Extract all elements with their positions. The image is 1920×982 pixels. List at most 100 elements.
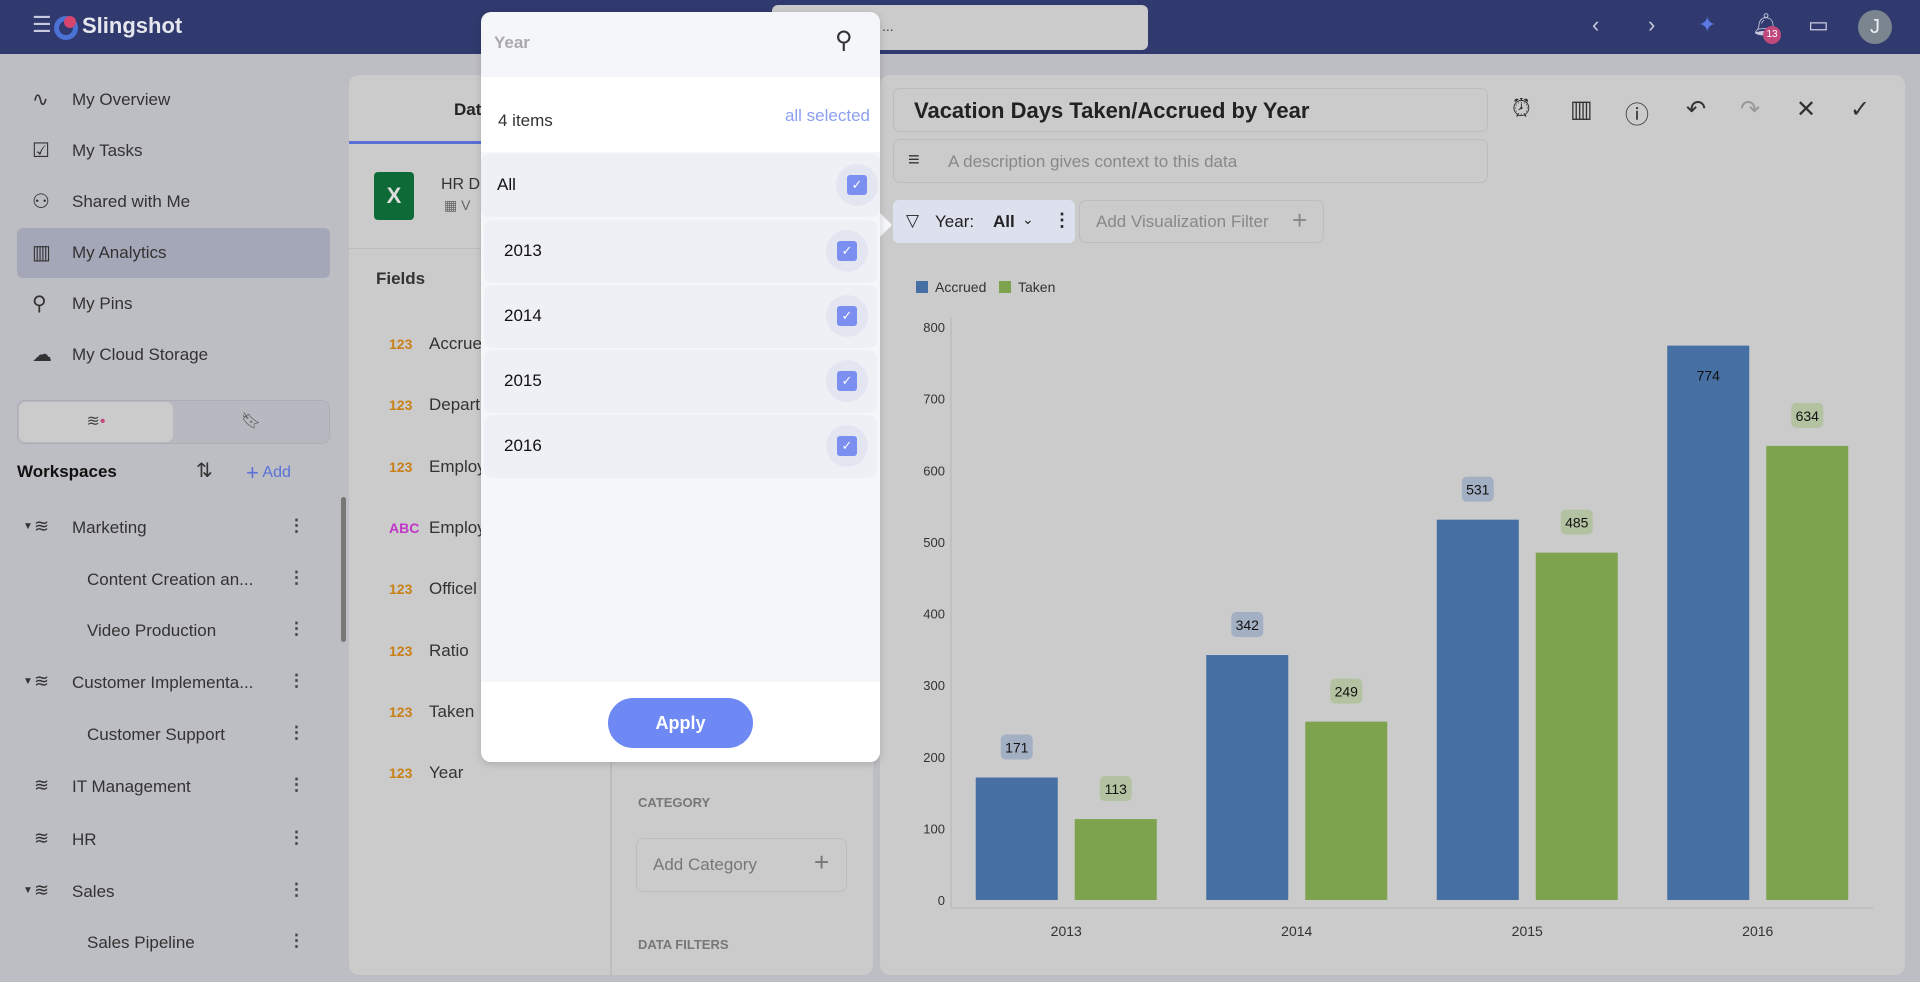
forward-icon[interactable]: ›	[1648, 12, 1655, 38]
active-tab-indicator	[349, 141, 489, 144]
fields-title: Fields	[376, 269, 426, 288]
option-2015[interactable]: 2015 ✓	[484, 350, 877, 413]
add-workspace-button[interactable]: + Add	[246, 460, 291, 486]
field-item[interactable]: 123 Ratio	[389, 641, 469, 661]
bar-chart: 0 100 200 300 400 500 600 700 800 Accrued Taken 201…	[916, 279, 1873, 939]
caret-down-icon[interactable]: ▼	[23, 521, 33, 532]
caret-down-icon[interactable]: ▼	[23, 676, 33, 687]
field-type-badge: 123	[389, 581, 413, 598]
workspaces-title: Workspaces	[17, 462, 117, 481]
workspace-tree-item[interactable]: Content Creation an... ⋮	[0, 560, 320, 600]
sort-icon[interactable]: ⇅	[196, 458, 213, 483]
field-type-badge: ABC	[389, 519, 420, 536]
y-tick-label: 600	[923, 463, 945, 478]
workspace-tree-item[interactable]: ▼ ≋ Customer Implementa... ⋮	[0, 663, 320, 703]
workspace-tree-item[interactable]: ▼ ≋ Marketing ⋮	[0, 508, 320, 548]
more-options-icon[interactable]: ⋮	[288, 619, 305, 639]
field-item[interactable]: 123 Officel	[389, 579, 477, 599]
option-label: All	[497, 175, 516, 194]
search-icon[interactable]: ⚲	[835, 26, 853, 55]
more-options-icon[interactable]: ⋮	[288, 516, 305, 536]
field-type-badge: 123	[389, 458, 413, 475]
check-icon: ✓	[847, 175, 867, 195]
popup-search-input[interactable]: Year	[494, 33, 530, 53]
add-category-button[interactable]: Add Category +	[636, 838, 847, 892]
more-options-icon[interactable]: ⋮	[288, 671, 305, 691]
field-type-badge: 123	[389, 703, 413, 720]
field-item[interactable]: 123 Taken	[389, 702, 474, 722]
more-options-icon[interactable]: ⋮	[288, 723, 305, 743]
avatar[interactable]: J	[1858, 10, 1892, 44]
y-tick-label: 300	[923, 678, 945, 693]
check-icon: ✓	[837, 306, 857, 326]
field-type-badge: 123	[389, 336, 413, 352]
hamburger-menu-icon[interactable]: ☰	[32, 12, 52, 38]
nav-my-pins[interactable]: ⚲ My Pins	[17, 279, 330, 329]
tree-item-label: Customer Implementa...	[72, 673, 254, 692]
field-type-badge: 123	[389, 397, 413, 414]
nav-label: My Overview	[72, 90, 171, 109]
excel-file-icon: X	[374, 172, 414, 220]
field-item[interactable]: 123 Employ	[389, 457, 486, 477]
all-selected-link[interactable]: all selected	[785, 106, 870, 126]
field-item[interactable]: 123 Accrue	[389, 334, 482, 354]
legend-label: Taken	[1018, 279, 1055, 295]
user-check-icon: ⚇	[32, 191, 50, 213]
checkbox[interactable]: ✓	[826, 295, 868, 337]
field-item[interactable]: ABC Employ	[389, 518, 486, 538]
option-2013[interactable]: 2013 ✓	[484, 220, 877, 283]
more-options-icon[interactable]: ⋮	[288, 828, 305, 848]
field-type-badge: 123	[389, 642, 413, 659]
back-icon[interactable]: ‹	[1592, 12, 1599, 38]
workspace-tree-item[interactable]: Video Production ⋮	[0, 611, 320, 651]
apply-button[interactable]: Apply	[608, 698, 753, 748]
ai-sparkle-icon[interactable]: ✦	[1698, 12, 1716, 38]
sidebar-scrollbar[interactable]	[341, 497, 346, 642]
option-all[interactable]: All ✓	[481, 154, 880, 217]
tab-bookmarks[interactable]: 🔖︎	[174, 402, 328, 442]
nav-my-overview[interactable]: ∿ My Overview	[17, 75, 330, 125]
layers-icon: ≋	[34, 671, 50, 691]
tree-item-label: Sales Pipeline	[87, 933, 195, 952]
tab-workspaces[interactable]: ≋•	[19, 402, 173, 442]
checkbox[interactable]: ✓	[826, 230, 868, 272]
more-options-icon[interactable]: ⋮	[288, 931, 305, 951]
nav-my-analytics[interactable]: ▥ My Analytics	[17, 228, 330, 278]
caret-down-icon[interactable]: ▼	[23, 885, 33, 896]
field-item[interactable]: 123 Depart	[389, 395, 480, 415]
workspace-tree-item[interactable]: Sales Pipeline ⋮	[0, 923, 320, 963]
data-label: 634	[1796, 408, 1820, 424]
checkbox[interactable]: ✓	[826, 360, 868, 402]
tree-item-label: Customer Support	[87, 725, 225, 744]
nav-shared-with-me[interactable]: ⚇ Shared with Me	[17, 177, 330, 227]
more-options-icon[interactable]: ⋮	[288, 568, 305, 588]
data-label: 171	[1005, 740, 1029, 756]
workspace-tree-item[interactable]: ▼ ≋ Sales ⋮	[0, 872, 320, 912]
layers-icon: ≋	[34, 775, 50, 795]
y-tick-label: 500	[923, 535, 945, 550]
field-name: Taken	[429, 701, 475, 721]
field-name: Accrue	[429, 334, 482, 353]
bar-taken	[1074, 819, 1157, 900]
nav-my-tasks[interactable]: ☑ My Tasks	[17, 126, 330, 176]
layers-icon: ≋	[34, 880, 50, 900]
nav-label: My Tasks	[72, 141, 143, 160]
option-label: 2015	[504, 371, 542, 390]
option-label: 2014	[504, 306, 542, 325]
chat-icon[interactable]: ▭	[1808, 12, 1829, 38]
cloud-icon: ☁	[32, 344, 52, 366]
option-2014[interactable]: 2014 ✓	[484, 285, 877, 348]
checkbox[interactable]: ✓	[826, 425, 868, 467]
more-options-icon[interactable]: ⋮	[288, 775, 305, 795]
workspace-tree-item[interactable]: ≋ IT Management ⋮	[0, 767, 320, 807]
workspace-tree-item[interactable]: ≋ HR ⋮	[0, 820, 320, 860]
check-icon: ✓	[837, 436, 857, 456]
field-item[interactable]: 123 Year	[389, 763, 463, 783]
option-2016[interactable]: 2016 ✓	[484, 415, 877, 478]
tab-data[interactable]: Dat	[454, 100, 481, 120]
checkbox[interactable]: ✓	[836, 164, 878, 206]
nav-my-cloud-storage[interactable]: ☁ My Cloud Storage	[17, 330, 330, 380]
workspace-tree-item[interactable]: Customer Support ⋮	[0, 715, 320, 755]
more-options-icon[interactable]: ⋮	[288, 880, 305, 900]
slingshot-logo-icon	[54, 16, 78, 40]
